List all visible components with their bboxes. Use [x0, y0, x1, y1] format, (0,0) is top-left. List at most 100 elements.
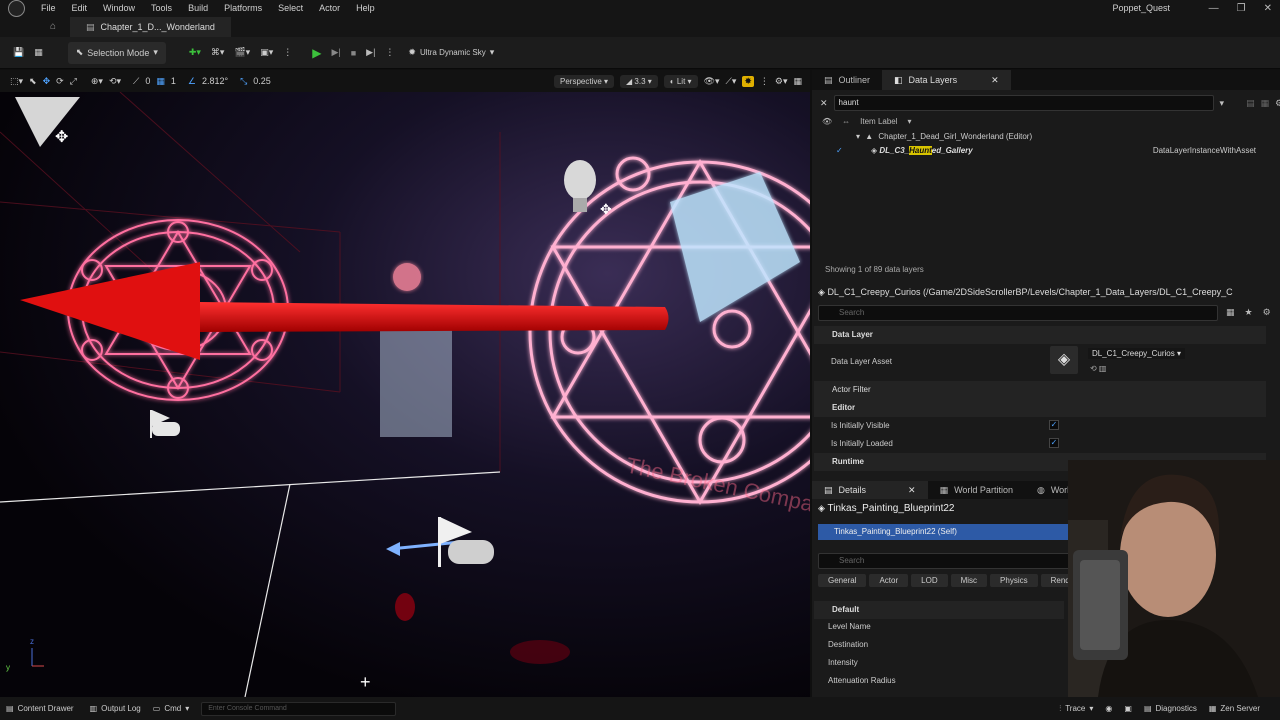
- platforms-icon[interactable]: ▣▾: [255, 42, 278, 64]
- loaded-checkbox[interactable]: ✓: [1049, 438, 1059, 448]
- fov-dropdown[interactable]: ◢ 3.3 ▾: [620, 74, 658, 88]
- step-icon[interactable]: ▶|: [326, 42, 345, 64]
- surface-snap-icon[interactable]: ⟲▾: [109, 76, 121, 87]
- stop-icon[interactable]: ■: [346, 42, 361, 64]
- category-physics[interactable]: Physics: [990, 574, 1038, 587]
- perspective-dropdown[interactable]: Perspective ▾: [554, 74, 615, 88]
- realtime-icon[interactable]: ⟋▾: [726, 76, 737, 87]
- lighting-icon[interactable]: ✸: [742, 75, 754, 87]
- tree-child-item[interactable]: ✓ ◈ DL_C3_Haunted_Gallery DataLayerInsta…: [836, 146, 1276, 155]
- player-start-icon-center[interactable]: [386, 517, 494, 567]
- menu-actor[interactable]: Actor: [311, 0, 348, 17]
- angle-value[interactable]: 0: [145, 76, 150, 86]
- grid-snap-icon[interactable]: ▦: [156, 76, 165, 87]
- category-lod[interactable]: LOD: [911, 574, 948, 587]
- category-general[interactable]: General: [818, 574, 867, 587]
- level-viewport[interactable]: ✥ ✥ The Broken Compass z y +: [0, 92, 810, 697]
- clear-filter-icon[interactable]: ✕: [820, 98, 828, 109]
- scale-tool-icon[interactable]: ⤢: [70, 76, 77, 87]
- move-tool-icon[interactable]: ✥: [43, 76, 51, 87]
- visible-check-icon[interactable]: ✓: [836, 146, 843, 155]
- tab-details[interactable]: ▤ Details ✕: [812, 481, 928, 499]
- lit-dropdown[interactable]: ◐ Lit ▾: [663, 74, 698, 88]
- screenshot-icon[interactable]: ▣: [1118, 704, 1138, 713]
- section-editor[interactable]: Editor: [814, 399, 1266, 417]
- settings-icon[interactable]: ⚙: [1275, 98, 1280, 109]
- tree-root-item[interactable]: ▾ ▲ Chapter_1_Dead_Girl_Wonderland (Edit…: [856, 132, 1032, 141]
- tab-world-partition[interactable]: ▦ World Partition: [928, 481, 1025, 499]
- menu-tools[interactable]: Tools: [143, 0, 180, 17]
- asset-dropdown[interactable]: DL_C1_Creepy_Curios ▾: [1088, 348, 1185, 359]
- item-label-column-header[interactable]: 👁 ⇔ Item Label ▾: [816, 115, 1276, 127]
- content-drawer-button[interactable]: ▤ Content Drawer: [0, 704, 80, 713]
- add-actor-icon[interactable]: ✚▾: [184, 42, 206, 64]
- diagnostics-button[interactable]: ▤ Diagnostics: [1138, 704, 1203, 713]
- rotation-snap-icon[interactable]: ∠: [188, 76, 196, 87]
- lightbulb-icon[interactable]: ✥: [564, 160, 612, 217]
- settings-icon[interactable]: ⚙: [1263, 307, 1271, 318]
- filter-icon[interactable]: ▤: [1246, 98, 1255, 109]
- chevron-down-icon[interactable]: ▾: [1220, 98, 1225, 109]
- menu-build[interactable]: Build: [180, 0, 216, 17]
- unreal-logo-icon[interactable]: [8, 0, 25, 17]
- close-window-button[interactable]: ✕: [1264, 0, 1272, 17]
- visibility-eye-icon[interactable]: 👁: [822, 117, 832, 126]
- menu-edit[interactable]: Edit: [64, 0, 96, 17]
- details-search-input[interactable]: Search: [818, 553, 1078, 569]
- minimize-button[interactable]: —: [1209, 0, 1219, 17]
- player-start-icon-left[interactable]: [150, 410, 180, 438]
- more-options-icon[interactable]: ⋮: [278, 42, 297, 64]
- rotate-tool-icon[interactable]: ⟳: [56, 76, 64, 87]
- console-command-input[interactable]: Enter Console Command: [201, 701, 397, 716]
- maximize-viewport-icon[interactable]: ▦: [793, 76, 802, 87]
- menu-window[interactable]: Window: [95, 0, 143, 17]
- collapse-arrow-icon[interactable]: ▾: [856, 132, 860, 141]
- select-tool-icon[interactable]: ⬉: [29, 76, 37, 87]
- asset-thumbnail-icon[interactable]: ◈: [1050, 346, 1078, 374]
- menu-select[interactable]: Select: [270, 0, 311, 17]
- grid-value[interactable]: 1: [171, 76, 176, 86]
- favorite-star-icon[interactable]: ★: [1245, 307, 1253, 318]
- data-layer-search-input[interactable]: haunt: [833, 95, 1214, 111]
- table-view-icon[interactable]: ▦: [1226, 307, 1235, 318]
- category-misc[interactable]: Misc: [950, 574, 988, 587]
- center-pillar[interactable]: [380, 327, 452, 437]
- trace-button[interactable]: ⫶ Trace ▾: [1053, 704, 1099, 714]
- more-vertical-icon[interactable]: ⋮: [760, 76, 769, 87]
- blueprint-icon[interactable]: ⌘▾: [206, 42, 230, 64]
- home-icon[interactable]: ⌂: [50, 21, 56, 32]
- cmd-dropdown[interactable]: ▭ Cmd ▾: [147, 704, 195, 713]
- world-local-icon[interactable]: ⊕▾: [91, 76, 103, 87]
- menu-platforms[interactable]: Platforms: [216, 0, 270, 17]
- angle-snap-icon[interactable]: ⟋: [133, 76, 139, 87]
- rotation-value[interactable]: 2.812°: [202, 76, 228, 86]
- menu-file[interactable]: File: [33, 0, 64, 17]
- sky-button[interactable]: ✹ Ultra Dynamic Sky ▾: [403, 42, 499, 64]
- tab-data-layers[interactable]: ◧ Data Layers ✕: [882, 70, 1011, 90]
- add-icon[interactable]: ▦: [1261, 98, 1270, 109]
- save-icon[interactable]: 💾: [8, 42, 29, 64]
- maximize-button[interactable]: ❐: [1237, 0, 1246, 17]
- menu-help[interactable]: Help: [348, 0, 383, 17]
- transform-menu-icon[interactable]: ⬚▾: [10, 76, 23, 87]
- cinematics-icon[interactable]: 🎬▾: [229, 42, 255, 64]
- play-options-icon[interactable]: ⋮: [380, 42, 399, 64]
- record-icon[interactable]: ◉: [1099, 704, 1118, 713]
- component-self-row[interactable]: Tinkas_Painting_Blueprint22 (Self): [818, 524, 1068, 540]
- browse-icon[interactable]: ▦: [29, 42, 48, 64]
- section-actor-filter[interactable]: Actor Filter: [814, 381, 1266, 399]
- data-layer-details-search[interactable]: Search: [818, 305, 1218, 321]
- selection-mode-dropdown[interactable]: ⬉ Selection Mode ▾: [67, 41, 166, 64]
- scale-snap-value[interactable]: 0.25: [253, 76, 271, 86]
- visible-checkbox[interactable]: ✓: [1049, 420, 1059, 430]
- show-flags-icon[interactable]: 👁▾: [704, 76, 720, 87]
- viewport-settings-icon[interactable]: ⚙▾: [775, 76, 788, 87]
- section-default[interactable]: Default: [814, 601, 1064, 619]
- category-actor[interactable]: Actor: [869, 574, 909, 587]
- play-button[interactable]: ▶: [307, 42, 326, 64]
- launch-icon[interactable]: ▶|: [361, 42, 380, 64]
- close-tab-icon[interactable]: ✕: [908, 480, 916, 500]
- section-data-layer[interactable]: Data Layer: [814, 326, 1266, 344]
- directional-light-icon[interactable]: ✥: [15, 97, 80, 147]
- scale-snap-icon[interactable]: ⤡: [240, 76, 247, 87]
